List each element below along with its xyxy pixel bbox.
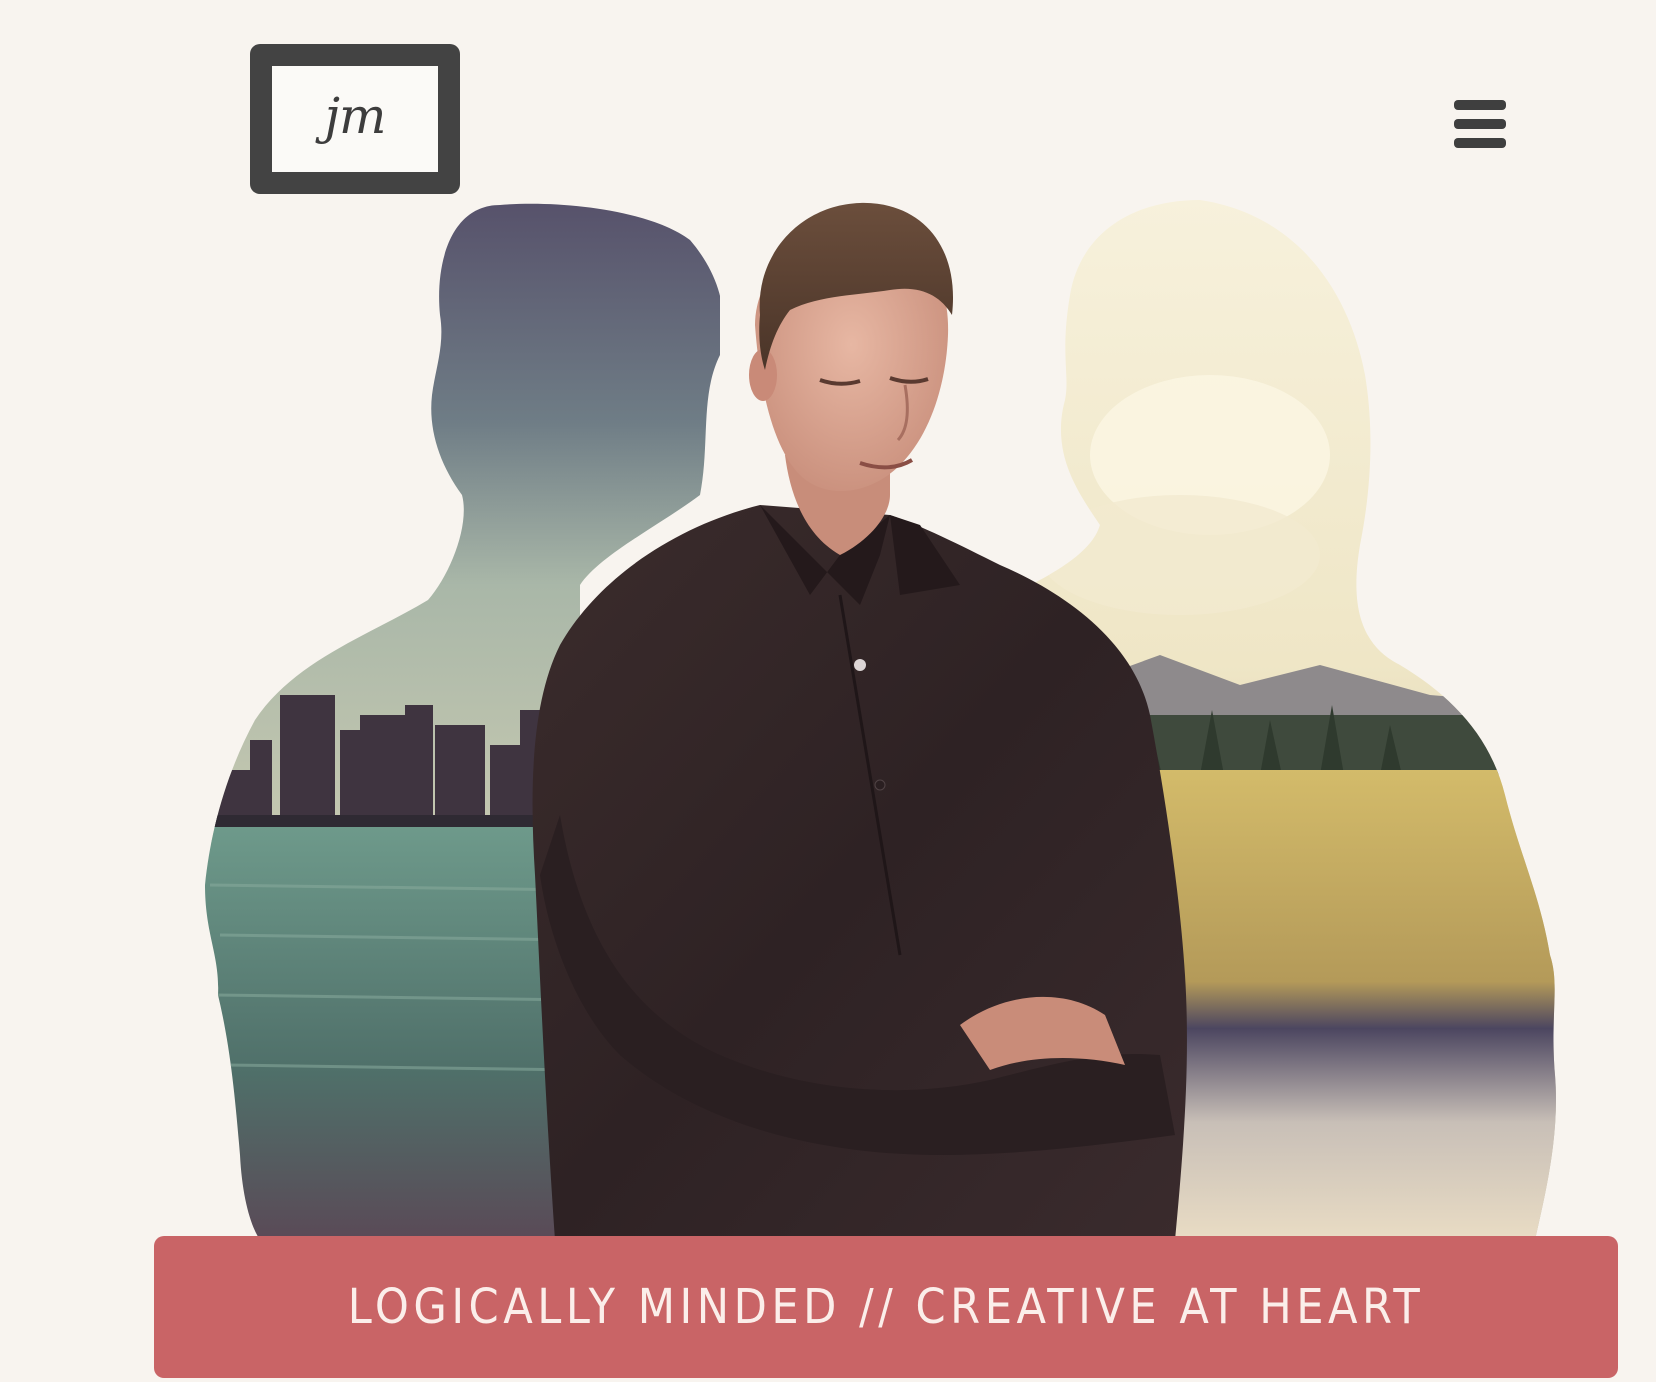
hero-portrait-image bbox=[205, 200, 1556, 1240]
site-logo[interactable]: jm bbox=[250, 44, 460, 194]
hamburger-menu-icon[interactable] bbox=[1452, 100, 1508, 148]
tagline-text: LOGICALLY MINDED // CREATIVE AT HEART bbox=[347, 1279, 1425, 1335]
menu-bar-bottom bbox=[1454, 138, 1506, 148]
tagline-banner: LOGICALLY MINDED // CREATIVE AT HEART bbox=[154, 1236, 1618, 1378]
logo-text: jm bbox=[324, 87, 387, 145]
menu-bar-top bbox=[1454, 100, 1506, 110]
menu-bar-middle bbox=[1454, 119, 1506, 129]
